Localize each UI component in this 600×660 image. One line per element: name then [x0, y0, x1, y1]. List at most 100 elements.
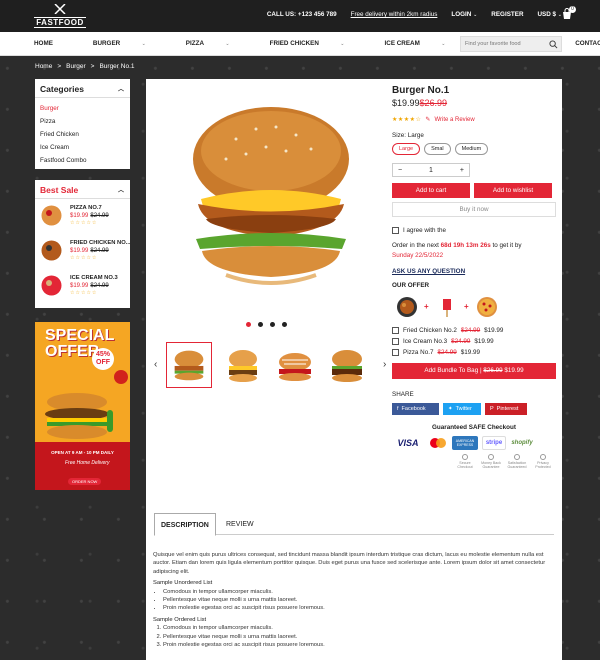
chevron-right-icon[interactable]: › [383, 359, 386, 370]
carousel-dot[interactable] [246, 322, 251, 327]
bundle-checkbox[interactable] [392, 338, 399, 345]
nav-item-burger[interactable]: BURGER ⌄ [93, 40, 166, 47]
quantity-value[interactable]: 1 [429, 167, 433, 174]
category-item[interactable]: Fastfood Combo [40, 154, 125, 167]
thumbnail-2[interactable] [220, 342, 266, 388]
register-link[interactable]: REGISTER [491, 11, 523, 18]
top-bar: FASTFOOD CALL US: +123 456 789 Free deli… [0, 0, 600, 32]
breadcrumb-item[interactable]: Burger [66, 63, 86, 70]
bundle-pizza-image[interactable] [476, 296, 498, 318]
nav-item-home[interactable]: HOME [34, 40, 73, 47]
best-sale-item[interactable]: PIZZA NO.7 $19.99 $24.99 ☆☆☆☆☆ [35, 199, 130, 234]
buy-now-button[interactable]: Buy it now [392, 202, 556, 217]
nav-item-contact-us[interactable]: CONTACT US [575, 40, 600, 47]
best-sale-item[interactable]: FRIED CHICKEN NO... $19.99 $24.99 ☆☆☆☆☆ [35, 234, 130, 269]
tab-description[interactable]: DESCRIPTION [154, 513, 216, 536]
trust-badge: Secure Checkout [454, 454, 476, 469]
add-bundle-button[interactable]: Add Bundle To Bag | $26.99 $19.99 [392, 363, 556, 379]
best-sale-name[interactable]: FRIED CHICKEN NO... [70, 240, 130, 246]
bundle-item[interactable]: Ice Cream No.3 $24.99 $19.99 [392, 338, 556, 345]
best-sale-name[interactable]: PIZZA NO.7 [70, 205, 130, 211]
nav-item-ice-cream[interactable]: ICE CREAM ⌄ [385, 40, 466, 47]
nav-item-fried-chicken[interactable]: FRIED CHICKEN ⌄ [270, 40, 365, 47]
carousel-dot[interactable] [282, 322, 287, 327]
category-item[interactable]: Pizza [40, 115, 125, 128]
plus-icon: + [464, 302, 469, 311]
banner-order-button[interactable]: ORDER NOW [68, 478, 102, 485]
categories-title[interactable]: Categories ︿ [35, 79, 130, 98]
bundle-chicken-image[interactable] [396, 296, 418, 318]
pinterest-icon: P [490, 406, 494, 412]
badge-icon [514, 454, 520, 460]
bundle-images: + + [392, 293, 556, 323]
login-link[interactable]: LOGIN ⌄ [451, 11, 477, 18]
breadcrumb-item[interactable]: Home [35, 63, 52, 70]
size-option-smal[interactable]: Smal [424, 143, 451, 155]
best-sale-thumbnail[interactable] [40, 204, 63, 227]
best-sale-title[interactable]: Best Sale ︿ [35, 180, 130, 199]
bundle-item-old-price: $24.99 [460, 327, 481, 334]
plus-icon: + [424, 302, 429, 311]
size-option-large[interactable]: Large [392, 143, 421, 155]
search-input[interactable]: Find your favorite food [465, 41, 521, 47]
carousel-dot[interactable] [270, 322, 275, 327]
size-option-medium[interactable]: Medium [454, 143, 489, 155]
thumbnail-3[interactable] [272, 342, 318, 388]
best-sale-thumbnail[interactable] [40, 274, 63, 297]
size-options: Large Smal Medium [392, 143, 556, 155]
bundle-checkbox[interactable] [392, 327, 399, 334]
bundle-checkbox[interactable] [392, 349, 399, 356]
ask-question-link[interactable]: ASK US ANY QUESTION [392, 268, 556, 275]
add-to-cart-button[interactable]: Add to cart [392, 183, 470, 198]
thumbnail-1[interactable] [166, 342, 212, 388]
share-pinterest-button[interactable]: P Pinterest [485, 403, 527, 415]
currency-selector[interactable]: USD $ ⌄ [538, 11, 563, 18]
category-item[interactable]: Ice Cream [40, 141, 125, 154]
product-image[interactable] [166, 99, 376, 299]
chevron-up-icon[interactable]: ︿ [118, 185, 124, 194]
category-item[interactable]: Fried Chicken [40, 128, 125, 141]
write-review-link[interactable]: Write a Review [434, 117, 474, 123]
amex-logo: AMERICAN EXPRESS [452, 436, 478, 450]
bundle-item[interactable]: Pizza No.7 $24.99 $19.99 [392, 349, 556, 356]
best-sale-item[interactable]: ICE CREAM NO.3 $19.99 $24.99 ☆☆☆☆☆ [35, 269, 130, 304]
breadcrumb-item[interactable]: Burger No.1 [99, 63, 134, 70]
delivery-link[interactable]: Free delivery within 2km radius [351, 11, 438, 18]
chevron-left-icon[interactable]: ‹ [154, 359, 157, 370]
call-us-text: CALL US: +123 456 789 [266, 11, 337, 18]
chevron-up-icon[interactable]: ︿ [118, 84, 124, 93]
bundle-item-price: $19.99 [460, 349, 480, 356]
search-icon[interactable] [549, 40, 558, 49]
bundle-icecream-image[interactable] [436, 296, 458, 318]
special-offer-banner[interactable]: SPECIAL OFFER 45% OFF OPEN AT 9 AM - 10 P… [35, 322, 130, 490]
share-facebook-button[interactable]: f Facebook [392, 403, 439, 415]
add-to-wishlist-button[interactable]: Add to wishlist [474, 183, 552, 198]
bundle-item-old-price: $24.99 [451, 338, 471, 345]
plus-button[interactable]: + [460, 167, 464, 174]
delivery-countdown: Order in the next 68d 19h 13m 26s to get… [392, 242, 522, 259]
breadcrumb-separator: > [57, 63, 62, 70]
quantity-stepper[interactable]: − 1 + [392, 163, 470, 177]
nav-item-pizza[interactable]: PIZZA ⌄ [186, 40, 250, 47]
search-box[interactable]: Find your favorite food [460, 36, 562, 52]
category-item[interactable]: Burger [40, 102, 125, 115]
best-sale-panel: Best Sale ︿ PIZZA NO.7 $19.99 $24.99 ☆☆☆☆☆ F… [35, 180, 130, 308]
list-item: Comodous in tempor ullamcorper miaculis. [163, 624, 555, 632]
list-item: Proin molestie egestas orci ac suscipit … [163, 604, 555, 612]
minus-button[interactable]: − [398, 167, 402, 174]
bundle-item-price: $19.99 [484, 327, 504, 334]
best-sale-name[interactable]: ICE CREAM NO.3 [70, 275, 130, 281]
bundle-item[interactable]: Fried Chicken No.2 $24.99 $19.99 [392, 327, 556, 334]
star-rating: ☆☆☆☆☆ [70, 255, 98, 261]
agree-checkbox[interactable] [392, 227, 399, 234]
best-sale-thumbnail[interactable] [40, 239, 63, 262]
agree-terms[interactable]: I agree with the [392, 227, 556, 234]
trust-badges: Secure Checkout Money Back Guarantee Satis… [392, 454, 556, 469]
share-twitter-button[interactable]: ✦ Twitter [443, 403, 481, 415]
chevron-down-icon: ⌄ [140, 41, 146, 47]
category-list: Burger Pizza Fried Chicken Ice Cream Fastfoo… [35, 98, 130, 171]
brand-logo[interactable]: FASTFOOD [34, 3, 86, 28]
thumbnail-4[interactable] [324, 342, 370, 388]
carousel-dot[interactable] [258, 322, 263, 327]
tab-review[interactable]: REVIEW [220, 513, 260, 536]
